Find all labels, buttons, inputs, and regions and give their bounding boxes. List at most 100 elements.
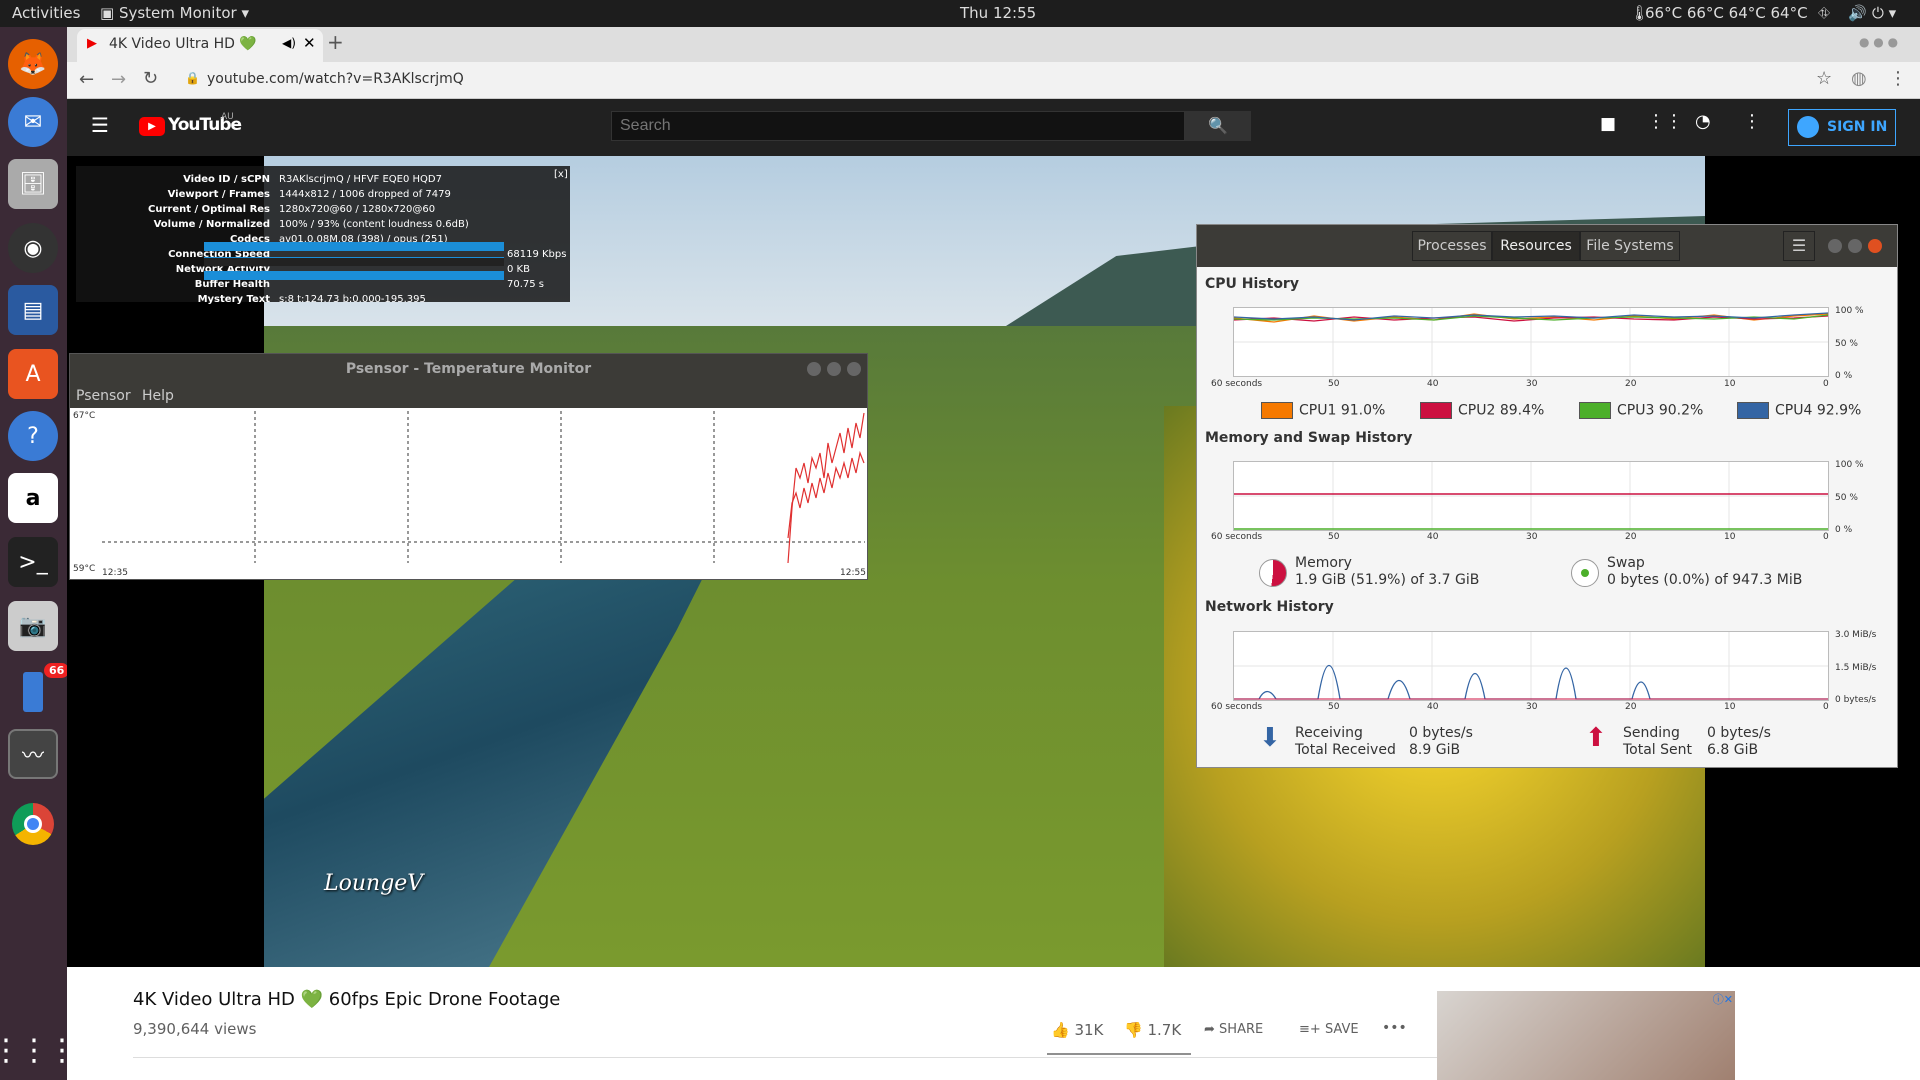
- cpu2-swatch[interactable]: [1420, 402, 1452, 419]
- maximize-icon[interactable]: [1848, 239, 1862, 253]
- writer-icon[interactable]: ▤: [8, 285, 58, 335]
- amazon-icon[interactable]: a: [8, 473, 58, 523]
- tasks-icon[interactable]: 66: [8, 663, 70, 717]
- cpu-tick-50: 50 %: [1835, 339, 1858, 349]
- tab-strip: ▶ 4K Video Ultra HD 💚 ◀) ✕ + ● ● ●: [67, 27, 1920, 62]
- temperature-line-1: [787, 412, 865, 564]
- window-controls[interactable]: ● ● ●: [1859, 35, 1898, 49]
- menu-help[interactable]: Help: [142, 388, 174, 404]
- cpu4-swatch[interactable]: [1737, 402, 1769, 419]
- thunderbird-icon[interactable]: ✉: [8, 97, 58, 147]
- video-title: 4K Video Ultra HD 💚 60fps Epic Drone Foo…: [133, 989, 561, 1010]
- cpu-graph: [1233, 307, 1829, 377]
- cpu2-legend: CPU2 89.4%: [1420, 402, 1544, 419]
- reload-icon[interactable]: ↻: [143, 68, 158, 89]
- share-icon: ➦: [1204, 1022, 1215, 1037]
- x-tick: 20: [1625, 702, 1637, 712]
- minimize-icon[interactable]: [807, 362, 821, 376]
- network-icon[interactable]: ⛗: [1818, 4, 1830, 22]
- share-button[interactable]: ➦ SHARE: [1204, 1022, 1263, 1037]
- video-info: 4K Video Ultra HD 💚 60fps Epic Drone Foo…: [67, 967, 1920, 1080]
- psensor-window: Psensor - Temperature Monitor Psensor He…: [69, 353, 868, 580]
- back-icon[interactable]: ←: [79, 69, 94, 90]
- sign-in-button[interactable]: SIGN IN: [1788, 109, 1896, 146]
- new-tab-button[interactable]: +: [327, 30, 344, 54]
- search-input[interactable]: [611, 111, 1185, 141]
- help-icon[interactable]: ?: [8, 411, 58, 461]
- menu-psensor[interactable]: Psensor: [76, 388, 131, 404]
- cpu1-value: 91.0%: [1340, 402, 1386, 419]
- x-tick: 0: [1823, 379, 1829, 389]
- show-apps-icon[interactable]: ⋮⋮⋮: [0, 1025, 77, 1075]
- tab-processes[interactable]: Processes: [1412, 231, 1492, 261]
- tab-youtube[interactable]: ▶ 4K Video Ultra HD 💚 ◀) ✕: [77, 29, 323, 62]
- receiving-label: Receiving: [1295, 725, 1363, 741]
- url-field[interactable]: youtube.com/watch?v=R3AKlscrjmQ: [207, 71, 464, 87]
- apps-grid-icon[interactable]: ⋮⋮: [1647, 111, 1683, 132]
- activities-button[interactable]: Activities: [12, 4, 80, 22]
- stats-row-label: Buffer Health: [194, 279, 270, 290]
- tab-file-systems[interactable]: File Systems: [1580, 231, 1680, 261]
- like-button[interactable]: 👍 31K: [1051, 1021, 1103, 1039]
- cpu4-value: 92.9%: [1816, 402, 1862, 419]
- messages-icon[interactable]: ◔: [1695, 111, 1711, 132]
- save-button[interactable]: ≡+ SAVE: [1299, 1022, 1359, 1037]
- close-icon[interactable]: [847, 362, 861, 376]
- stats-row-value: 0 KB: [507, 264, 530, 275]
- sysmon-headerbar: Processes Resources File Systems ☰: [1197, 225, 1897, 267]
- stats-row-label: Video ID / sCPN: [183, 174, 270, 185]
- volume-icon[interactable]: 🔊: [1848, 4, 1867, 22]
- youtube-header: ☰ ▶ YouTube AU 🔍 ■ ⋮⋮ ◔ ⋮ SIGN IN: [67, 99, 1920, 156]
- forward-icon[interactable]: →: [111, 69, 126, 90]
- chrome-menu-icon[interactable]: ⋮: [1889, 68, 1907, 89]
- chrome-icon[interactable]: [8, 799, 58, 849]
- cpu1-swatch[interactable]: [1261, 402, 1293, 419]
- power-icon[interactable]: ⏻ ▾: [1872, 4, 1896, 22]
- x-tick: 50: [1328, 532, 1340, 542]
- sentiment-bar: [1047, 1053, 1191, 1055]
- ad-close-icon[interactable]: ⓘ✕: [1713, 991, 1733, 1007]
- connection-speed-bar: [204, 242, 504, 251]
- cpu3-swatch[interactable]: [1579, 402, 1611, 419]
- maximize-icon[interactable]: [827, 362, 841, 376]
- terminal-icon[interactable]: >_: [8, 537, 58, 587]
- network-activity-bar: [204, 257, 504, 266]
- audio-icon[interactable]: ◀): [282, 36, 296, 50]
- youtube-logo-icon[interactable]: ▶: [139, 117, 165, 136]
- memory-grid: [1234, 462, 1828, 530]
- dock: 🦊 ✉ 🗄 ◉ ▤ A ? a >_ 📷 66 〰 ⋮⋮⋮: [0, 27, 77, 1080]
- swap-label: Swap: [1607, 555, 1645, 571]
- stats-for-nerds: [x] Video ID / sCPN R3AKlscrjmQ / HFVF EQ…: [76, 166, 570, 305]
- firefox-icon[interactable]: 🦊: [8, 39, 58, 89]
- camera-icon[interactable]: 📷: [8, 601, 58, 651]
- stats-row-label: Volume / Normalized: [153, 219, 270, 230]
- cpu4-name: CPU4: [1775, 402, 1813, 419]
- temperature-readout[interactable]: 66°C 66°C 64°C 64°C: [1645, 4, 1808, 22]
- minimize-icon[interactable]: [1828, 239, 1842, 253]
- search-button[interactable]: 🔍: [1185, 111, 1251, 141]
- tab-resources[interactable]: Resources: [1492, 231, 1580, 261]
- system-monitor-icon[interactable]: 〰: [8, 729, 58, 779]
- cpu2-value: 89.4%: [1499, 402, 1545, 419]
- profile-icon[interactable]: ◍: [1851, 68, 1867, 89]
- bookmark-star-icon[interactable]: ☆: [1816, 68, 1832, 89]
- dislike-button[interactable]: 👎 1.7K: [1124, 1021, 1181, 1039]
- sending-rate: 0 bytes/s: [1707, 725, 1771, 741]
- hamburger-menu-icon[interactable]: ☰: [1783, 231, 1815, 261]
- ad-banner[interactable]: ⓘ✕: [1437, 991, 1735, 1080]
- settings-more-icon[interactable]: ⋮: [1743, 111, 1761, 132]
- create-video-icon[interactable]: ■: [1600, 114, 1616, 134]
- lock-icon[interactable]: 🔒: [185, 71, 200, 85]
- receiving-arrow-icon: ⬇: [1259, 723, 1281, 753]
- more-actions-button[interactable]: •••: [1382, 1020, 1407, 1036]
- close-icon[interactable]: [1868, 239, 1882, 253]
- hamburger-menu-icon[interactable]: ☰: [91, 113, 109, 137]
- close-tab-icon[interactable]: ✕: [303, 34, 316, 52]
- files-icon[interactable]: 🗄: [8, 159, 58, 209]
- psensor-titlebar[interactable]: Psensor - Temperature Monitor: [70, 354, 867, 384]
- stats-row: Mystery Text s:8 t:124.73 b:0.000-195.395: [76, 294, 570, 307]
- clock[interactable]: Thu 12:55: [960, 4, 1036, 22]
- rhythmbox-icon[interactable]: ◉: [8, 223, 58, 273]
- app-menu[interactable]: ▣ System Monitor ▾: [100, 4, 249, 22]
- software-icon[interactable]: A: [8, 349, 58, 399]
